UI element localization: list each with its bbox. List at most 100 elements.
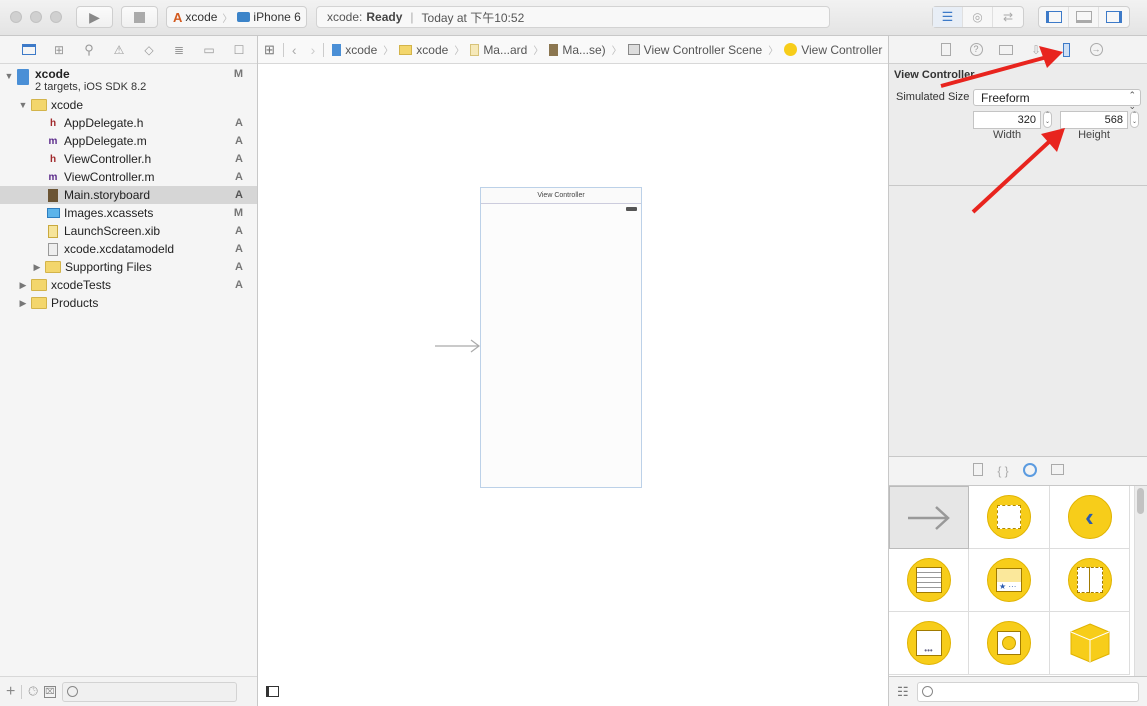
tree-item-viewcontroller-m[interactable]: m ViewController.m A xyxy=(0,168,257,186)
back-button[interactable]: ‹ xyxy=(292,42,297,58)
object-library-tab[interactable] xyxy=(1022,462,1037,480)
glkit-view-controller-icon xyxy=(987,621,1031,665)
file-inspector-tab[interactable] xyxy=(931,43,961,56)
divider xyxy=(323,42,325,57)
tree-item-main-storyboard[interactable]: Main.storyboard A xyxy=(0,186,257,204)
identity-inspector-tab[interactable] xyxy=(991,44,1021,55)
breadcrumb-scene[interactable]: View Controller Scene xyxy=(627,43,762,57)
tree-item-launchscreen-xib[interactable]: LaunchScreen.xib A xyxy=(0,222,257,240)
scheme-target[interactable]: xcode xyxy=(185,10,217,24)
initial-view-controller-arrow[interactable] xyxy=(435,338,483,354)
tree-item-supporting-files[interactable]: ▶ Supporting Files A xyxy=(0,258,257,276)
library-item-storyboard-reference[interactable] xyxy=(889,486,969,549)
disclosure-collapsed-icon[interactable]: ▶ xyxy=(18,298,28,309)
scene-title-bar[interactable]: View Controller xyxy=(481,188,641,204)
breadcrumb-localization[interactable]: Ma...se) xyxy=(549,43,606,57)
tree-item-xcdatamodeld[interactable]: xcode.xcdatamodeld A xyxy=(0,240,257,258)
tree-item-images-xcassets[interactable]: Images.xcassets M xyxy=(0,204,257,222)
breadcrumb-file[interactable]: Ma...ard xyxy=(470,43,527,57)
library-item-glkit-view-controller[interactable] xyxy=(969,612,1050,675)
list-view-toggle-icon[interactable]: ☷ xyxy=(897,684,909,700)
issue-navigator-tab[interactable]: ⚠ xyxy=(104,43,134,57)
zoom-window-button[interactable] xyxy=(50,11,62,23)
disclosure-expanded-icon[interactable]: ▼ xyxy=(4,71,14,81)
tree-item-appdelegate-h[interactable]: h AppDelegate.h A xyxy=(0,114,257,132)
media-library-icon xyxy=(1050,464,1064,475)
document-outline-toggle-icon[interactable] xyxy=(266,685,279,697)
find-navigator-tab[interactable]: ⚲ xyxy=(74,42,104,58)
close-window-button[interactable] xyxy=(10,11,22,23)
related-items-icon[interactable]: ⊞ xyxy=(264,42,275,58)
test-navigator-tab[interactable]: ◇ xyxy=(134,43,164,57)
report-navigator-tab[interactable]: ☐ xyxy=(224,43,254,57)
minimize-window-button[interactable] xyxy=(30,11,42,23)
library-filter-input[interactable] xyxy=(916,681,1139,702)
implementation-file-icon: m xyxy=(48,171,58,183)
breadcrumb-group[interactable]: xcode xyxy=(399,43,448,57)
disclosure-collapsed-icon[interactable]: ▶ xyxy=(18,280,28,291)
tree-item-viewcontroller-h[interactable]: h ViewController.h A xyxy=(0,150,257,168)
scheme-device[interactable]: iPhone 6 xyxy=(253,10,300,24)
forward-button[interactable]: › xyxy=(311,42,316,58)
connections-inspector-tab[interactable]: → xyxy=(1081,43,1111,56)
debug-area-toggle-button[interactable] xyxy=(1069,7,1099,27)
recent-files-icon[interactable]: 🕒︎ xyxy=(28,684,38,699)
disclosure-expanded-icon[interactable]: ▼ xyxy=(18,100,28,110)
library-item-object[interactable] xyxy=(1050,612,1130,675)
attributes-inspector-tab[interactable]: ⇩ xyxy=(1021,43,1051,57)
filter-icon xyxy=(921,686,933,697)
section-title: View Controller xyxy=(894,69,975,81)
library-item-view-controller[interactable] xyxy=(969,486,1050,549)
view-controller-icon xyxy=(987,495,1031,539)
tree-item-xcode-folder[interactable]: ▼ xcode xyxy=(0,96,257,114)
run-button[interactable]: ▶ xyxy=(76,6,113,28)
width-stepper[interactable]: ⌃ ⌄ xyxy=(1043,111,1052,128)
scheme-selector[interactable]: A xcode 〉 iPhone 6 xyxy=(166,6,307,28)
media-library-tab[interactable] xyxy=(1050,464,1064,478)
tree-item-products[interactable]: ▶ Products xyxy=(0,294,257,312)
library-scrollbar[interactable] xyxy=(1137,488,1144,514)
quick-help-tab[interactable]: ? xyxy=(961,43,991,56)
breadcrumb-project[interactable]: xcode xyxy=(332,43,377,57)
project-status-badge: M xyxy=(233,68,243,80)
debug-area-toggle-icon xyxy=(1075,11,1092,23)
library-item-split-view-controller[interactable] xyxy=(1050,549,1130,612)
width-field[interactable]: 320 xyxy=(973,111,1041,129)
navigator-toggle-button[interactable] xyxy=(1039,7,1069,27)
breadcrumb-view-controller[interactable]: View Controller xyxy=(784,43,882,57)
library-item-tab-bar-controller[interactable]: ★ ··· xyxy=(969,549,1050,612)
project-navigator-tab[interactable] xyxy=(14,44,44,55)
height-stepper[interactable]: ⌃ ⌄ xyxy=(1130,111,1139,128)
navigator-filter-input[interactable] xyxy=(61,681,237,702)
xcode-app-icon: A xyxy=(173,9,183,25)
source-control-filter-icon[interactable]: ⌧ xyxy=(43,685,56,698)
storyboard-file-icon xyxy=(46,188,60,202)
view-controller-scene[interactable]: View Controller xyxy=(480,187,642,488)
breakpoint-navigator-tab[interactable]: ▭ xyxy=(194,43,224,57)
tree-item-appdelegate-m[interactable]: m AppDelegate.m A xyxy=(0,132,257,150)
debug-navigator-tab[interactable]: ≣ xyxy=(164,43,194,57)
status-separator: | xyxy=(410,10,414,24)
version-editor-button[interactable]: ⇄ xyxy=(993,7,1023,27)
height-field[interactable]: 568 xyxy=(1060,111,1128,129)
library-item-table-view-controller[interactable] xyxy=(889,549,969,612)
library-item-page-view-controller[interactable]: ••• xyxy=(889,612,969,675)
library-item-navigation-controller[interactable]: ‹ xyxy=(1050,486,1130,549)
add-file-button[interactable]: + xyxy=(6,683,15,701)
assistant-editor-button[interactable]: ◎ xyxy=(963,7,993,27)
stop-button[interactable] xyxy=(121,6,158,28)
size-inspector-tab[interactable] xyxy=(1051,42,1081,57)
file-template-library-tab[interactable] xyxy=(973,463,984,479)
utilities-toggle-button[interactable] xyxy=(1099,7,1129,27)
standard-editor-button[interactable]: ☰ xyxy=(933,7,963,27)
tree-item-label: ViewController.m xyxy=(64,170,155,184)
tree-item-xcodetests[interactable]: ▶ xcodeTests A xyxy=(0,276,257,294)
chevron-right-icon: 〉 xyxy=(222,13,233,25)
code-snippet-library-tab[interactable]: { } xyxy=(997,464,1008,478)
status-badge: A xyxy=(235,135,243,147)
folder-icon xyxy=(31,297,47,309)
disclosure-collapsed-icon[interactable]: ▶ xyxy=(32,262,42,273)
symbol-navigator-tab[interactable]: ⊞ xyxy=(44,43,74,57)
project-row[interactable]: ▼ xcode 2 targets, iOS SDK 8.2 M xyxy=(0,64,257,96)
simulated-size-select[interactable]: Freeform ⌃ ⌄ xyxy=(973,89,1141,111)
